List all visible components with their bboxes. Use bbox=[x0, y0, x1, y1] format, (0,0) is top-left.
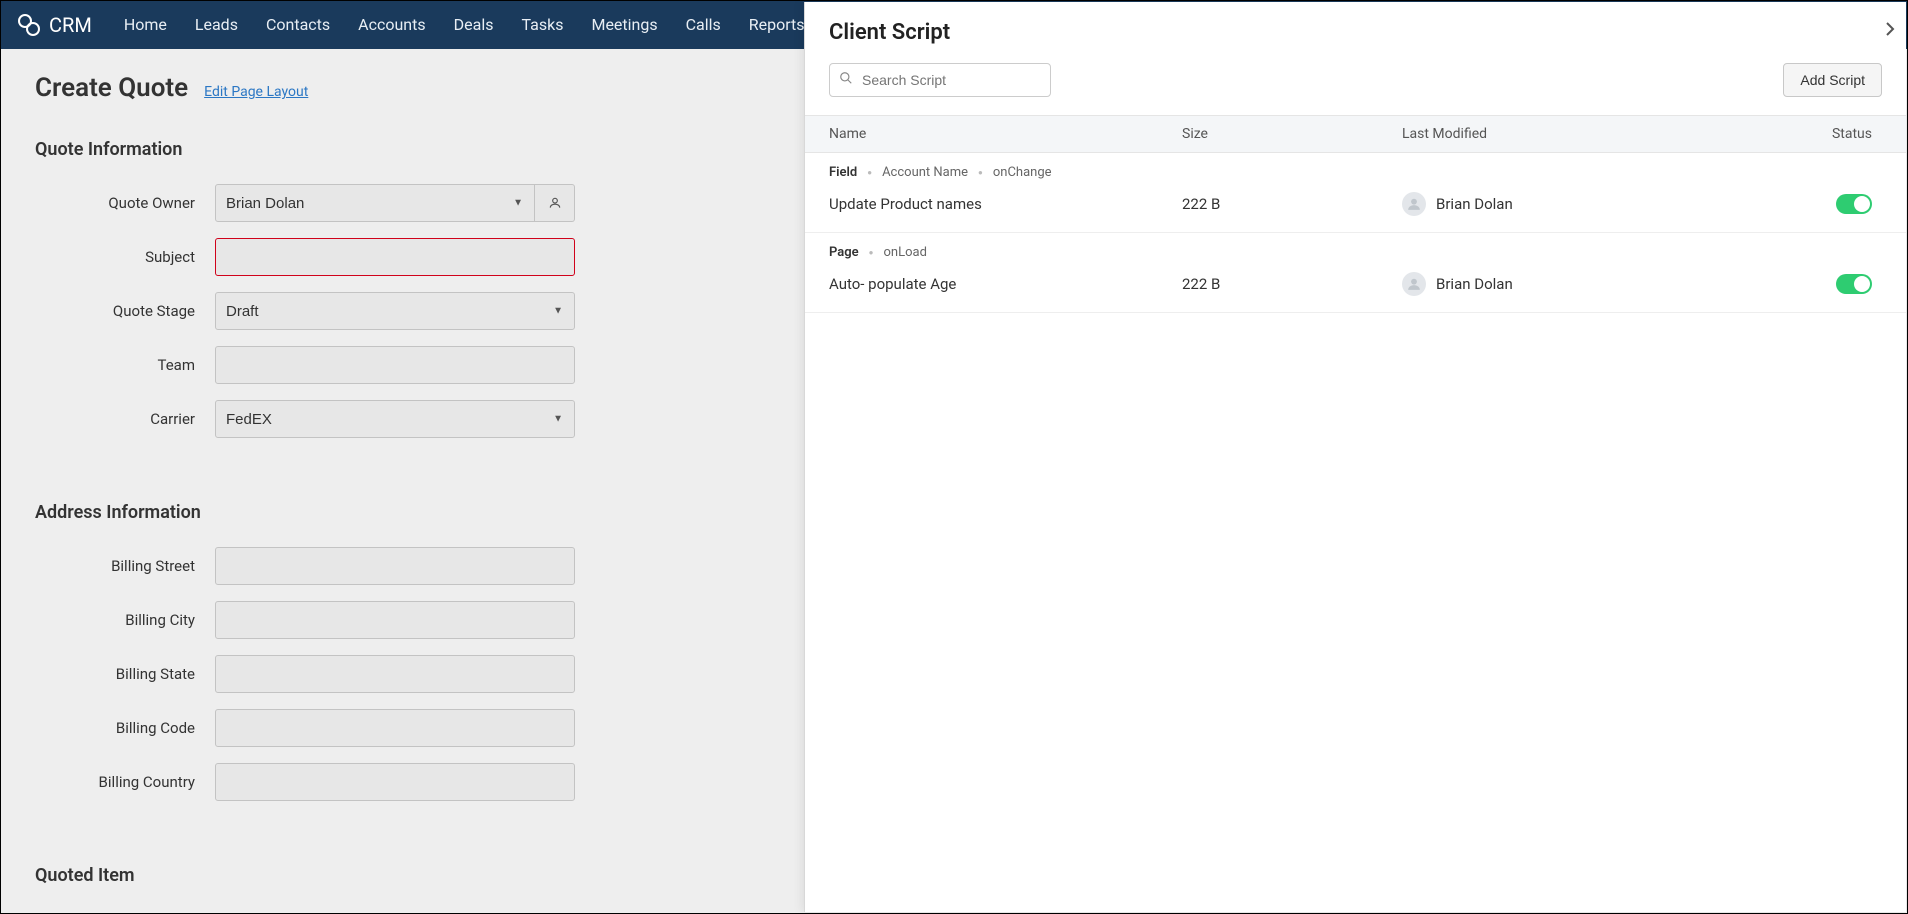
crm-logo-icon bbox=[17, 13, 41, 37]
script-group: Page ● onLoad Auto- populate Age 222 B B… bbox=[805, 233, 1906, 313]
quote-stage-label: Quote Stage bbox=[35, 302, 215, 320]
script-size: 222 B bbox=[1182, 275, 1402, 293]
owner-lookup-button[interactable] bbox=[535, 184, 575, 222]
page-title: Create Quote bbox=[35, 73, 188, 103]
script-meta-type: Field bbox=[829, 165, 857, 180]
billing-code-field[interactable] bbox=[215, 709, 575, 747]
nav-item-deals[interactable]: Deals bbox=[440, 1, 508, 49]
col-name: Name bbox=[829, 126, 1182, 142]
nav-item-calls[interactable]: Calls bbox=[672, 1, 735, 49]
dot-icon: ● bbox=[869, 248, 874, 257]
script-row[interactable]: Auto- populate Age 222 B Brian Dolan bbox=[805, 264, 1906, 312]
nav-item-accounts[interactable]: Accounts bbox=[344, 1, 439, 49]
team-label: Team bbox=[35, 356, 215, 374]
avatar bbox=[1402, 192, 1426, 216]
nav-item-home[interactable]: Home bbox=[110, 1, 181, 49]
carrier-label: Carrier bbox=[35, 410, 215, 428]
client-script-panel: Client Script Add Script Name Size Last … bbox=[804, 2, 1906, 912]
nav-item-meetings[interactable]: Meetings bbox=[577, 1, 671, 49]
script-meta-type: Page bbox=[829, 245, 859, 260]
quote-stage-select[interactable] bbox=[215, 292, 575, 330]
col-last-modified: Last Modified bbox=[1402, 126, 1762, 142]
search-script-input[interactable] bbox=[829, 63, 1051, 97]
billing-country-field[interactable] bbox=[215, 763, 575, 801]
brand-logo[interactable]: CRM bbox=[17, 13, 92, 37]
script-size: 222 B bbox=[1182, 195, 1402, 213]
script-meta-target: Account Name bbox=[882, 165, 968, 180]
user-icon bbox=[1407, 197, 1421, 211]
script-row[interactable]: Update Product names 222 B Brian Dolan bbox=[805, 184, 1906, 232]
billing-country-label: Billing Country bbox=[35, 773, 215, 791]
billing-city-label: Billing City bbox=[35, 611, 215, 629]
script-modified-by: Brian Dolan bbox=[1436, 275, 1513, 293]
quote-owner-field[interactable] bbox=[215, 184, 535, 222]
billing-city-field[interactable] bbox=[215, 601, 575, 639]
subject-label: Subject bbox=[35, 248, 215, 266]
status-toggle[interactable] bbox=[1836, 274, 1872, 294]
subject-field[interactable] bbox=[215, 238, 575, 276]
script-name: Auto- populate Age bbox=[829, 275, 1182, 293]
chevron-right-icon bbox=[1884, 21, 1896, 37]
add-script-button[interactable]: Add Script bbox=[1783, 63, 1882, 97]
billing-street-label: Billing Street bbox=[35, 557, 215, 575]
nav-item-contacts[interactable]: Contacts bbox=[252, 1, 344, 49]
nav-item-tasks[interactable]: Tasks bbox=[507, 1, 577, 49]
script-group: Field ● Account Name ● onChange Update P… bbox=[805, 153, 1906, 233]
col-status: Status bbox=[1762, 126, 1882, 142]
billing-state-field[interactable] bbox=[215, 655, 575, 693]
dot-icon: ● bbox=[867, 168, 872, 177]
billing-state-label: Billing State bbox=[35, 665, 215, 683]
panel-title: Client Script bbox=[829, 20, 950, 45]
script-meta-event: onChange bbox=[993, 165, 1052, 180]
billing-street-field[interactable] bbox=[215, 547, 575, 585]
team-field[interactable] bbox=[215, 346, 575, 384]
close-panel-button[interactable] bbox=[1880, 14, 1900, 46]
carrier-select[interactable] bbox=[215, 400, 575, 438]
dot-icon: ● bbox=[978, 168, 983, 177]
col-size: Size bbox=[1182, 126, 1402, 142]
script-modified-by: Brian Dolan bbox=[1436, 195, 1513, 213]
status-toggle[interactable] bbox=[1836, 194, 1872, 214]
user-lookup-icon bbox=[548, 196, 562, 210]
user-icon bbox=[1407, 277, 1421, 291]
nav-item-leads[interactable]: Leads bbox=[181, 1, 252, 49]
search-icon bbox=[839, 71, 853, 89]
script-name: Update Product names bbox=[829, 195, 1182, 213]
edit-page-layout-link[interactable]: Edit Page Layout bbox=[204, 84, 308, 100]
quote-owner-label: Quote Owner bbox=[35, 194, 215, 212]
billing-code-label: Billing Code bbox=[35, 719, 215, 737]
brand-text: CRM bbox=[49, 13, 92, 37]
script-table-header: Name Size Last Modified Status bbox=[805, 115, 1906, 153]
avatar bbox=[1402, 272, 1426, 296]
script-meta-event: onLoad bbox=[884, 245, 927, 260]
